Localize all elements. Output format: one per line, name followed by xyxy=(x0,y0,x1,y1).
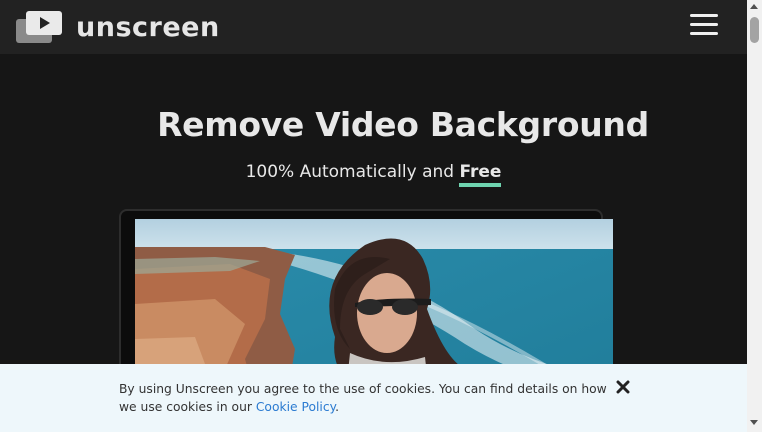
page-scrollbar[interactable] xyxy=(747,0,762,432)
brand-name: unscreen xyxy=(76,11,220,43)
scroll-thumb[interactable] xyxy=(750,17,759,43)
close-icon[interactable] xyxy=(614,378,632,396)
logo[interactable]: unscreen xyxy=(16,11,220,43)
hamburger-menu-icon[interactable] xyxy=(690,14,718,38)
top-navbar: unscreen xyxy=(0,0,747,54)
cookie-banner: By using Unscreen you agree to the use o… xyxy=(0,364,747,432)
hero-subtitle-highlight: Free xyxy=(459,162,502,187)
hero-subtitle-text: 100% Automatically and xyxy=(245,162,460,182)
hero-subtitle: 100% Automatically and Free xyxy=(0,162,747,187)
scroll-down-arrow-icon[interactable] xyxy=(750,420,758,425)
cookie-message: By using Unscreen you agree to the use o… xyxy=(119,380,614,416)
scroll-up-arrow-icon[interactable] xyxy=(750,4,758,9)
cookie-message-text: By using Unscreen you agree to the use o… xyxy=(119,382,607,414)
cookie-policy-link[interactable]: Cookie Policy xyxy=(256,400,335,414)
cookie-message-end: . xyxy=(335,400,340,414)
play-stack-icon xyxy=(16,11,62,43)
hero-title: Remove Video Background xyxy=(157,105,649,144)
